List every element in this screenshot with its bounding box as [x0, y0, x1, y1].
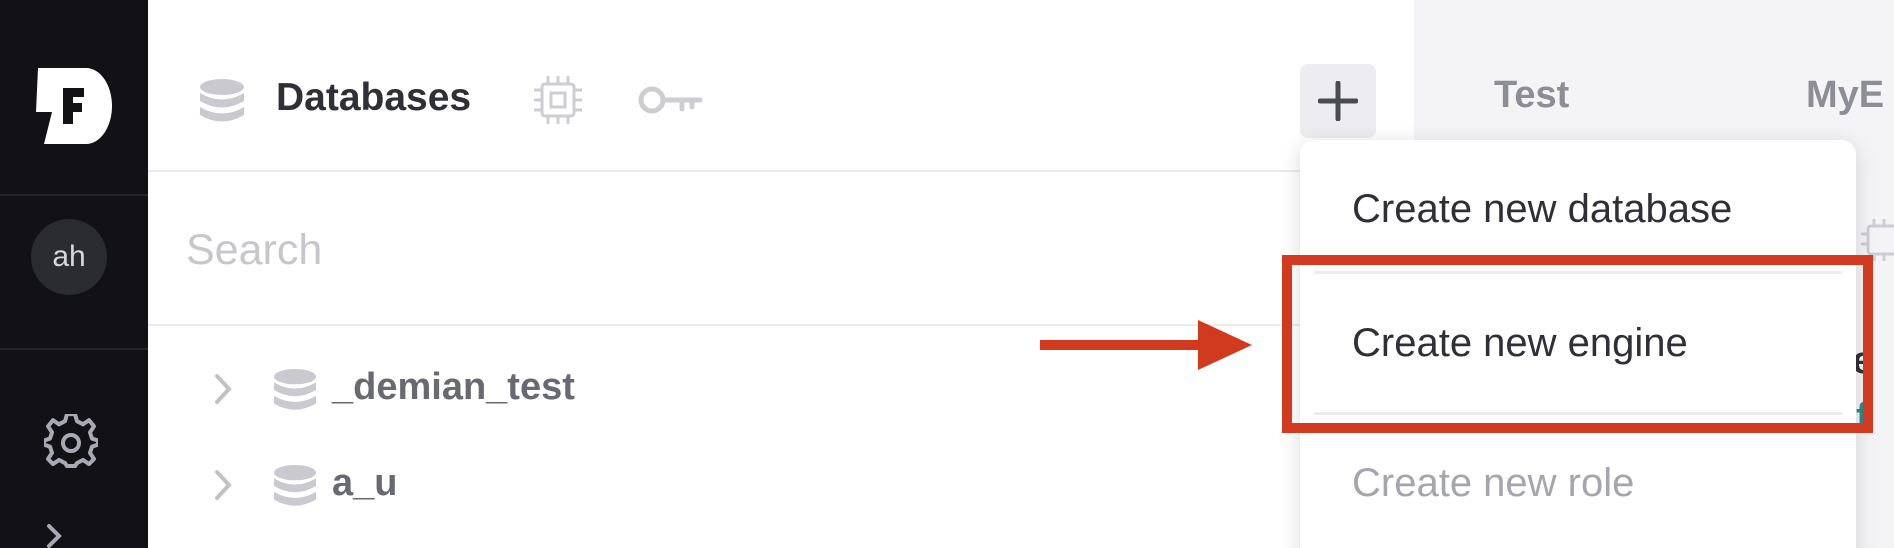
expand-chevron-icon[interactable]: [44, 522, 66, 548]
avatar[interactable]: ah: [31, 219, 107, 295]
panel-header: Databases: [148, 0, 1414, 172]
menu-item-create-role: Create new role: [1352, 460, 1635, 505]
firebolt-logo[interactable]: [32, 66, 112, 146]
chevron-right-icon[interactable]: [212, 468, 234, 502]
add-button[interactable]: [1300, 64, 1376, 138]
rail-divider: [0, 348, 148, 350]
gear-icon[interactable]: [44, 414, 98, 468]
plus-icon: [1318, 81, 1358, 121]
search-row: [148, 174, 1414, 326]
databases-panel: Databases Search _demian_test a_u: [148, 0, 1414, 548]
annotation-arrow-icon: [1040, 320, 1252, 370]
key-icon[interactable]: [638, 82, 704, 118]
nav-rail: ah: [0, 0, 148, 548]
highlight-box: [1282, 255, 1873, 433]
page-title: Databases: [276, 76, 472, 119]
database-icon: [200, 79, 244, 122]
search-input[interactable]: [186, 220, 1066, 280]
chevron-right-icon[interactable]: [212, 372, 234, 406]
database-name: a_u: [332, 462, 398, 504]
engine-chip-icon[interactable]: [532, 74, 584, 126]
database-icon: [273, 368, 317, 410]
tab-mye[interactable]: MyE: [1806, 74, 1884, 117]
list-item[interactable]: a_u: [148, 440, 1414, 530]
tab-test[interactable]: Test: [1494, 74, 1569, 117]
database-name: _demian_test: [332, 366, 575, 408]
database-icon: [273, 464, 317, 506]
rail-divider: [0, 194, 148, 196]
